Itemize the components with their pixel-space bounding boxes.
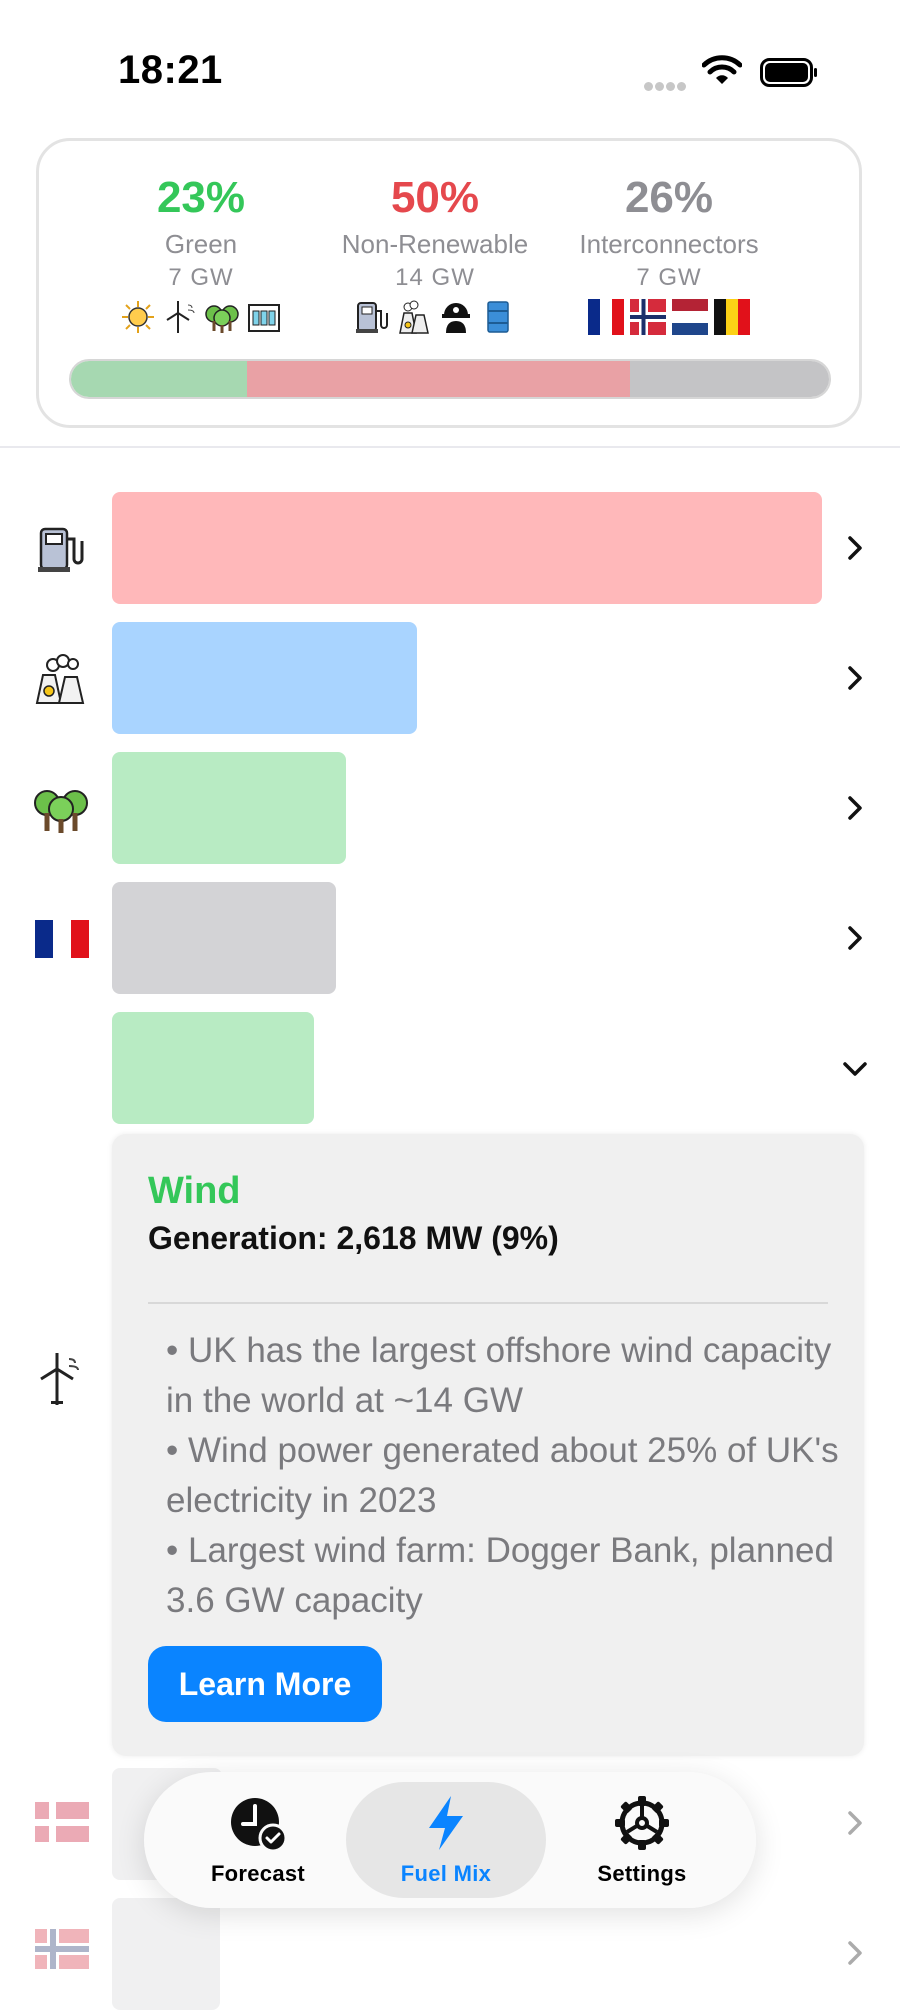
flag-norway-icon [32,1920,90,1978]
wind-turbine-icon [166,301,195,333]
flag-denmark-icon [32,1793,90,1851]
coal-miner-icon [442,303,470,333]
tab-bar: Forecast Fuel Mix Settings [144,1772,756,1908]
interconnectors-summary: 26% Interconnectors 7 GW [549,171,789,337]
fact-item: • UK has the largest offshore wind capac… [166,1331,832,1420]
detail-divider [148,1302,828,1304]
fuel-bar-gas[interactable] [112,492,822,604]
interconnectors-percent: 26% [624,173,714,222]
chevron-right-icon[interactable] [840,1808,870,1838]
fuel-bar-norway[interactable] [112,1898,220,2010]
status-time: 18:21 [118,48,223,92]
fact-item: • Wind power generated about 25% of UK's… [166,1431,839,1520]
fuel-bar-nuclear[interactable] [112,622,417,734]
non-renewable-percent: 50% [390,173,480,222]
chevron-right-icon[interactable] [840,533,870,563]
fuel-bar-biomass[interactable] [112,752,346,864]
learn-more-button[interactable]: Learn More [148,1646,382,1722]
fuel-bar-wind[interactable] [112,1012,314,1124]
tab-fuel-mix-label: Fuel Mix [400,1861,492,1886]
gas-pump-icon [356,302,388,333]
tab-settings[interactable]: Settings [542,1782,742,1898]
green-percent: 23% [156,173,246,222]
flag-norway-icon [630,299,666,335]
gas-pump-icon [32,520,90,578]
detail-title: Wind [148,1170,241,1212]
fuel-mix-summary-card: 23% Green 7 GW 50% Non-Renewable 14 GW 2… [36,138,862,428]
flag-netherlands-icon [672,299,708,335]
biomass-trees-icon [32,780,90,838]
interconnectors-gw: 7 GW [636,264,702,291]
tab-forecast[interactable]: Forecast [158,1782,358,1898]
detail-facts: • UK has the largest offshore wind capac… [166,1326,846,1626]
flag-france-icon [32,909,90,967]
tab-fuel-mix[interactable]: Fuel Mix [346,1782,546,1898]
green-gw: 7 GW [168,264,234,291]
green-label: Green [164,229,238,259]
cellular-signal-icon [644,78,688,96]
flag-france-icon [588,299,624,335]
chevron-right-icon[interactable] [840,663,870,693]
non-renewable-gw: 14 GW [395,264,475,291]
fact-item: • Largest wind farm: Dogger Bank, planne… [166,1531,834,1620]
interconnectors-label: Interconnectors [579,229,759,259]
tab-settings-label: Settings [597,1861,687,1886]
chevron-right-icon[interactable] [840,793,870,823]
wind-detail-panel: Wind Generation: 2,618 MW (9%) • UK has … [112,1134,864,1756]
mix-segment-interconnectors [629,361,829,397]
tab-forecast-label: Forecast [210,1861,306,1886]
gear-icon [615,1796,669,1850]
divider [0,446,900,448]
sun-icon [122,301,154,333]
chevron-right-icon[interactable] [840,923,870,953]
non-renewable-summary: 50% Non-Renewable 14 GW [315,171,555,337]
wind-turbine-icon [32,1350,90,1408]
detail-generation: Generation: 2,618 MW (9%) [148,1220,559,1256]
oil-barrel-icon [487,301,509,333]
chevron-down-icon[interactable] [840,1054,870,1084]
lightning-bolt-icon [429,1796,463,1850]
wifi-icon [702,55,742,84]
chevron-right-icon[interactable] [840,1938,870,1968]
mix-segment-green [71,361,248,397]
fuel-bar-france[interactable] [112,882,336,994]
battery-icon [760,58,817,87]
fuel-mix-proportion-bar [69,359,831,399]
non-renewable-label: Non-Renewable [341,229,529,259]
mix-segment-non-renewable [247,361,630,397]
nuclear-plant-icon [399,300,429,334]
green-summary: 23% Green 7 GW [81,171,321,337]
flag-belgium-icon [714,299,750,335]
clock-check-icon [231,1798,288,1853]
hydro-dam-icon [248,304,280,332]
biomass-trees-icon [205,305,239,333]
nuclear-plant-icon [32,650,90,708]
